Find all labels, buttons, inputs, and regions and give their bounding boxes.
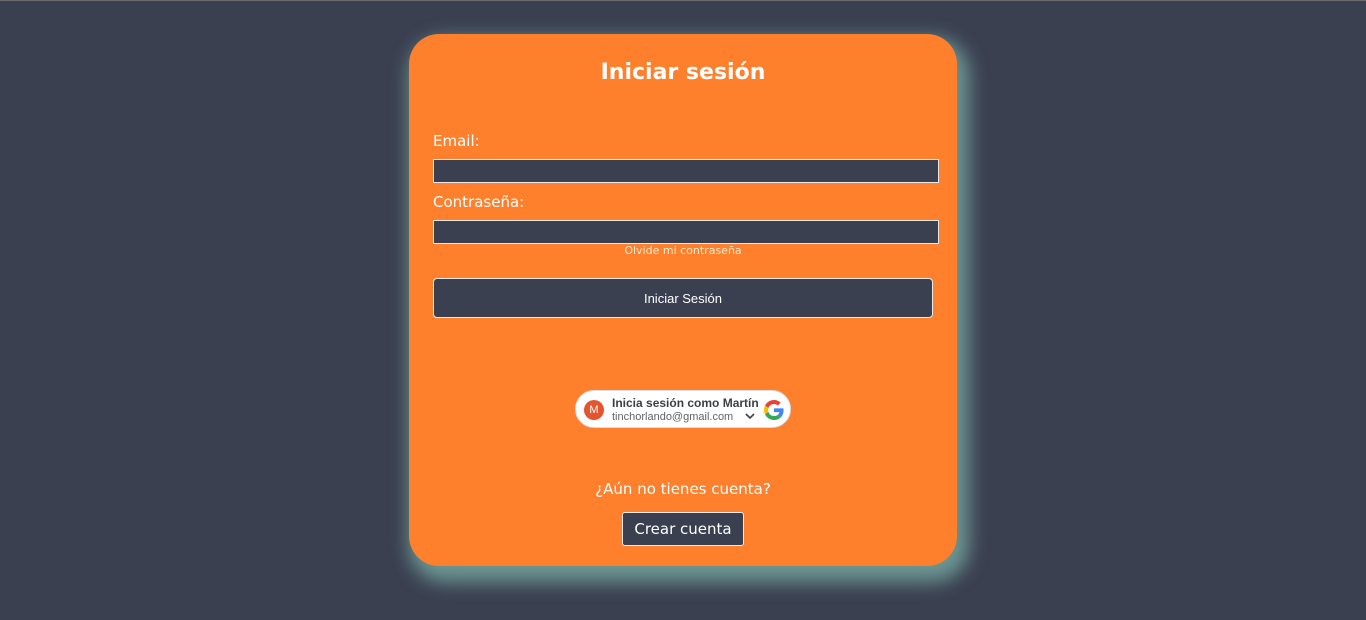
google-account-email: tinchorlando@gmail.com bbox=[612, 411, 734, 423]
chevron-down-icon[interactable] bbox=[745, 412, 755, 420]
google-signin-button[interactable]: M Inicia sesión como Martín tinchorlando… bbox=[575, 390, 791, 428]
forgot-password-link[interactable]: Olvide mi contraseña bbox=[409, 244, 957, 257]
google-signin-label: Inicia sesión como Martín bbox=[612, 396, 759, 410]
email-field[interactable] bbox=[433, 159, 939, 183]
login-button[interactable]: Iniciar Sesión bbox=[433, 278, 933, 318]
password-field[interactable] bbox=[433, 220, 939, 244]
create-account-button[interactable]: Crear cuenta bbox=[622, 512, 744, 546]
avatar: M bbox=[584, 400, 604, 420]
password-label: Contraseña: bbox=[433, 193, 525, 211]
no-account-prompt: ¿Aún no tienes cuenta? bbox=[595, 480, 771, 498]
login-card: Iniciar sesión Email: Contraseña: Olvide… bbox=[409, 34, 957, 566]
google-icon bbox=[764, 400, 784, 420]
email-label: Email: bbox=[433, 132, 480, 150]
page-title: Iniciar sesión bbox=[600, 60, 766, 85]
top-divider bbox=[0, 0, 1366, 1]
